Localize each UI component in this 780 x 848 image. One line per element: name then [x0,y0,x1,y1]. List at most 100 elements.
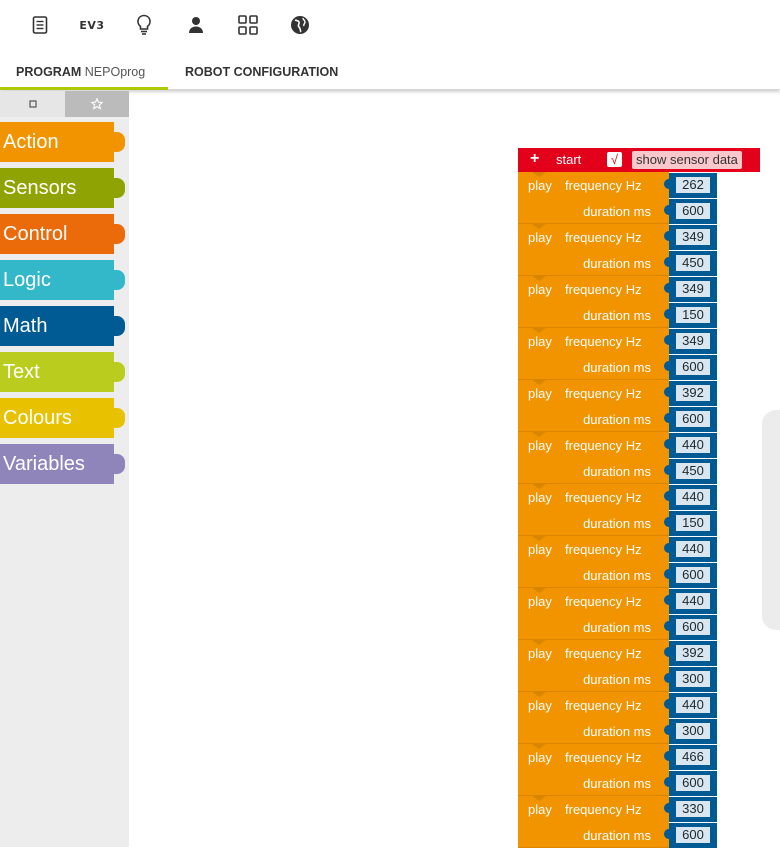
frequency-value-field[interactable]: 466 [676,749,710,765]
duration-number-block[interactable]: 600 [664,615,717,640]
play-tone-block[interactable]: play frequency Hz duration ms [518,432,669,484]
duration-number-block[interactable]: 150 [664,303,717,328]
frequency-value-field[interactable]: 440 [676,437,710,453]
frequency-value-field[interactable]: 349 [676,281,710,297]
play-tone-block[interactable]: play frequency Hz duration ms [518,276,669,328]
frequency-number-block[interactable]: 330 [664,797,717,822]
play-label: play [528,750,552,765]
duration-number-block[interactable]: 600 [664,199,717,224]
globe-icon[interactable] [285,10,315,40]
program-list-icon[interactable] [25,10,55,40]
duration-value-field[interactable]: 600 [676,827,710,843]
play-tone-block[interactable]: play frequency Hz duration ms [518,744,669,796]
frequency-number-block[interactable]: 349 [664,329,717,354]
frequency-number-block[interactable]: 392 [664,381,717,406]
frequency-label: frequency Hz [565,334,642,349]
duration-value-field[interactable]: 600 [676,619,710,635]
duration-number-block[interactable]: 600 [664,823,717,848]
toolbox-category-math[interactable]: Math [0,306,125,346]
workspace-scrollbar[interactable] [762,410,780,630]
duration-value-field[interactable]: 600 [676,203,710,219]
play-tone-block[interactable]: play frequency Hz duration ms [518,224,669,276]
duration-value-field[interactable]: 150 [676,515,710,531]
toolbox-favorites-button[interactable] [65,91,129,117]
frequency-value-field[interactable]: 392 [676,385,710,401]
play-label: play [528,438,552,453]
duration-value-field[interactable]: 450 [676,255,710,271]
frequency-value-field[interactable]: 440 [676,593,710,609]
toolbox-category-action[interactable]: Action [0,122,125,162]
duration-number-block[interactable]: 600 [664,355,717,380]
duration-number-block[interactable]: 450 [664,459,717,484]
duration-number-block[interactable]: 150 [664,511,717,536]
frequency-value-field[interactable]: 440 [676,697,710,713]
frequency-number-block[interactable]: 440 [664,589,717,614]
play-tone-block[interactable]: play frequency Hz duration ms [518,796,669,848]
duration-number-block[interactable]: 600 [664,407,717,432]
tab-robot-configuration[interactable]: ROBOT CONFIGURATION [169,50,354,90]
frequency-value-field[interactable]: 440 [676,541,710,557]
duration-value-field[interactable]: 150 [676,307,710,323]
toolbox-category-variables[interactable]: Variables [0,444,125,484]
frequency-value-field[interactable]: 392 [676,645,710,661]
duration-number-block[interactable]: 600 [664,563,717,588]
frequency-number-block[interactable]: 349 [664,277,717,302]
duration-value-field[interactable]: 600 [676,359,710,375]
value-connector [664,335,672,345]
duration-value-field[interactable]: 600 [676,411,710,427]
gallery-icon[interactable] [233,10,263,40]
duration-value-field[interactable]: 450 [676,463,710,479]
duration-number-block[interactable]: 450 [664,251,717,276]
frequency-number-block[interactable]: 440 [664,485,717,510]
frequency-value-field[interactable]: 349 [676,333,710,349]
duration-value-field[interactable]: 300 [676,671,710,687]
duration-value-field[interactable]: 300 [676,723,710,739]
show-sensor-checkbox[interactable]: √ [607,152,622,167]
play-tone-block[interactable]: play frequency Hz duration ms [518,380,669,432]
show-sensor-data-label: show sensor data [632,151,742,169]
frequency-number-block[interactable]: 349 [664,225,717,250]
toolbox-category-text[interactable]: Text [0,352,125,392]
duration-number-block[interactable]: 300 [664,719,717,744]
toolbox-category-logic[interactable]: Logic [0,260,125,300]
play-tone-block[interactable]: play frequency Hz duration ms [518,172,669,224]
frequency-number-block[interactable]: 440 [664,537,717,562]
frequency-number-block[interactable]: 392 [664,641,717,666]
duration-value-field[interactable]: 600 [676,775,710,791]
start-block[interactable]: + start √ show sensor data [518,148,760,172]
duration-value-field[interactable]: 600 [676,567,710,583]
duration-number-block[interactable]: 600 [664,771,717,796]
toolbox-normal-button[interactable] [0,91,65,117]
duration-label: duration ms [583,828,651,843]
frequency-value-field[interactable]: 440 [676,489,710,505]
play-tone-block[interactable]: play frequency Hz duration ms [518,484,669,536]
play-tone-block[interactable]: play frequency Hz duration ms [518,328,669,380]
block-notch [532,224,546,229]
play-tone-block[interactable]: play frequency Hz duration ms [518,640,669,692]
play-tone-block[interactable]: play frequency Hz duration ms [518,588,669,640]
lightbulb-icon[interactable] [129,10,159,40]
frequency-number-block[interactable]: 262 [664,173,717,198]
frequency-value-field[interactable]: 349 [676,229,710,245]
frequency-value-field[interactable]: 262 [676,177,710,193]
frequency-number-block[interactable]: 440 [664,433,717,458]
category-label: Sensors [3,177,77,199]
value-connector [664,777,672,787]
frequency-label: frequency Hz [565,386,642,401]
toolbox-category-sensors[interactable]: Sensors [0,168,125,208]
duration-number-block[interactable]: 300 [664,667,717,692]
ev3-robot-icon[interactable]: EV3 [77,10,107,40]
frequency-number-block[interactable]: 466 [664,745,717,770]
tab-program[interactable]: PROGRAM NEPOprog [0,50,168,90]
play-tone-block[interactable]: play frequency Hz duration ms [518,536,669,588]
toolbox-category-control[interactable]: Control [0,214,125,254]
user-icon[interactable] [181,10,211,40]
add-parameter-icon[interactable]: + [530,150,539,168]
toolbox-category-colours[interactable]: Colours [0,398,125,438]
category-connector [111,178,125,198]
frequency-value-field[interactable]: 330 [676,801,710,817]
category-label: Control [3,223,68,245]
play-tone-block[interactable]: play frequency Hz duration ms [518,692,669,744]
value-connector [664,205,672,215]
frequency-number-block[interactable]: 440 [664,693,717,718]
